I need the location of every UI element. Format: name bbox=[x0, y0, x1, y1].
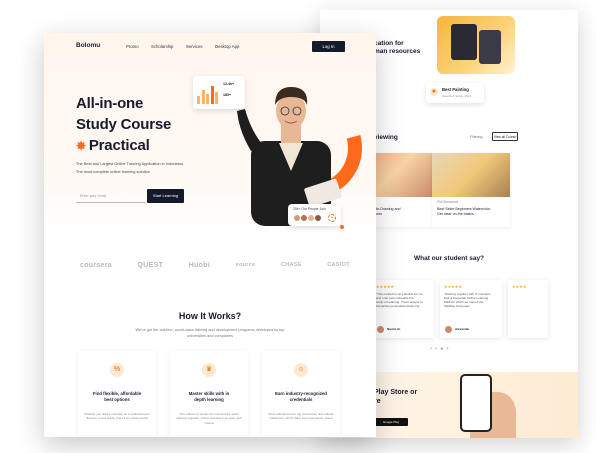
feature-card: ♛ Master skills with in depth learning J… bbox=[170, 351, 248, 437]
trophy-icon: ★ bbox=[430, 88, 438, 96]
hero-title-line-3: ✸ Practical bbox=[76, 135, 171, 157]
nav-scholarship[interactable]: Scholarship bbox=[151, 44, 173, 49]
reviewer-name: Alexander bbox=[455, 327, 470, 331]
sparkle-icon: ✸ bbox=[76, 139, 86, 153]
hero-title: All-in-one Study Course ✸ Practical bbox=[76, 93, 171, 157]
review-text: "This method is very flexible for me and… bbox=[376, 292, 423, 308]
rating-stars: ★★★★★ bbox=[376, 284, 394, 289]
back-heading: cation for man resources bbox=[374, 40, 421, 55]
rating-stars: ★★★★★ bbox=[444, 284, 462, 289]
reviewer-name: Nicole Jo bbox=[387, 327, 401, 331]
stat-value-1: 12.4k+ bbox=[223, 82, 235, 86]
brand-source: source bbox=[235, 262, 256, 268]
add-icon[interactable]: + bbox=[328, 214, 336, 222]
section-title: viewing bbox=[374, 134, 398, 141]
screenshot-stage: cation for man resources ★ Best Painting… bbox=[0, 0, 596, 453]
hero-desc-line-2: The most complete online learning soluti… bbox=[76, 168, 150, 174]
phone-image bbox=[460, 374, 492, 432]
instructor-photo bbox=[235, 85, 342, 226]
login-button[interactable]: Log In bbox=[312, 41, 345, 52]
people-joined-card: 20k+ Our People Join + bbox=[288, 204, 341, 226]
feature-title: Master skills with in depth learning bbox=[188, 391, 230, 403]
avatar bbox=[445, 326, 452, 333]
feature-desc: Meet educators from top universities and… bbox=[268, 412, 334, 421]
feature-desc: Join millions of people from around the … bbox=[176, 412, 242, 425]
certificate-icon: ☺ bbox=[294, 363, 308, 377]
tag-icon: % bbox=[110, 363, 124, 377]
partner-brands: coursera QUEST Huobi source CHASE CASIOT bbox=[80, 259, 350, 271]
avatar bbox=[314, 214, 322, 222]
brand-casiot: CASIOT bbox=[327, 262, 350, 268]
award-title: Best Painting bbox=[442, 87, 469, 92]
feature-card: ☺ Earn industry-recognized credentials M… bbox=[262, 351, 340, 437]
email-input[interactable]: Enter your email bbox=[76, 189, 146, 203]
course-title: Best Seller Beginners Watercolor: Get cl… bbox=[437, 207, 491, 216]
hero-desc-line-1: The Best and Largest Online Tutoring App… bbox=[76, 161, 184, 166]
crown-icon: ♛ bbox=[202, 363, 216, 377]
stats-card: 12.4k+ 180+ bbox=[193, 76, 245, 109]
start-learning-button[interactable]: Start Learning bbox=[147, 189, 184, 203]
course-card[interactable]: Phil Simmonds Best Seller Beginners Wate… bbox=[432, 153, 510, 227]
brand-chase: CHASE bbox=[281, 262, 302, 268]
how-it-works-title: How It Works? bbox=[178, 311, 242, 321]
brand-huobi: Huobi bbox=[188, 261, 211, 269]
course-image bbox=[432, 153, 510, 197]
review-text: "Working together with IT members built … bbox=[444, 292, 491, 308]
nav-promo[interactable]: Promo bbox=[126, 44, 139, 49]
indicator-dot bbox=[340, 225, 344, 229]
logo[interactable]: Bolomu bbox=[76, 42, 100, 49]
feature-desc: Whether you want to develop as a profess… bbox=[84, 412, 150, 421]
review-card: ★★★★★ "This method is very flexible for … bbox=[372, 280, 434, 338]
app-title: Play Store or re bbox=[374, 389, 418, 405]
google-play-button[interactable]: Google Play bbox=[374, 418, 408, 426]
nav-desktop-app[interactable]: Desktop App bbox=[215, 44, 239, 49]
stat-value-2: 180+ bbox=[223, 93, 232, 97]
course-author: Phil Simmonds bbox=[437, 200, 459, 204]
hero-title-line-3-text: Practical bbox=[88, 137, 150, 154]
feature-card: % Find flexible, affordable best options… bbox=[78, 351, 156, 437]
front-page-preview: Bolomu Promo Scholarship Services Deskto… bbox=[44, 33, 376, 437]
hero-section: Bolomu Promo Scholarship Services Deskto… bbox=[44, 33, 376, 243]
testimonial-title: What our student say? bbox=[413, 255, 485, 262]
hero-description: The Best and Largest Online Tutoring App… bbox=[76, 160, 216, 175]
filter-dropdown[interactable]: Filtering bbox=[470, 135, 482, 139]
brand-coursera: coursera bbox=[80, 261, 112, 269]
feature-title: Find flexible, affordable best options bbox=[92, 391, 142, 403]
view-all-button[interactable]: View all Course bbox=[492, 132, 518, 141]
award-card: ★ Best Painting Awarded ratings 2021 bbox=[426, 83, 484, 103]
feature-title: Earn industry-recognized credentials bbox=[275, 391, 327, 403]
carousel-dots[interactable]: • • ● • bbox=[430, 346, 449, 352]
review-card: ★★★★ bbox=[508, 280, 548, 338]
nav-services[interactable]: Services bbox=[186, 44, 202, 49]
hero-title-line-2: Study Course bbox=[76, 116, 172, 133]
how-it-works-subtitle: We've got the solution, world-class trai… bbox=[135, 328, 285, 338]
people-label: 20k+ Our People Join bbox=[293, 207, 326, 211]
award-subtitle: Awarded ratings 2021 bbox=[442, 94, 472, 98]
rating-stars: ★★★★ bbox=[512, 284, 527, 289]
review-card: ★★★★★ "Working together with IT members … bbox=[440, 280, 502, 338]
brand-quest: QUEST bbox=[137, 261, 164, 269]
tablet-photo bbox=[437, 16, 515, 74]
hero-title-line-1: All-in-one bbox=[76, 95, 144, 112]
avatar bbox=[377, 326, 384, 333]
bar-chart-icon bbox=[197, 84, 218, 104]
